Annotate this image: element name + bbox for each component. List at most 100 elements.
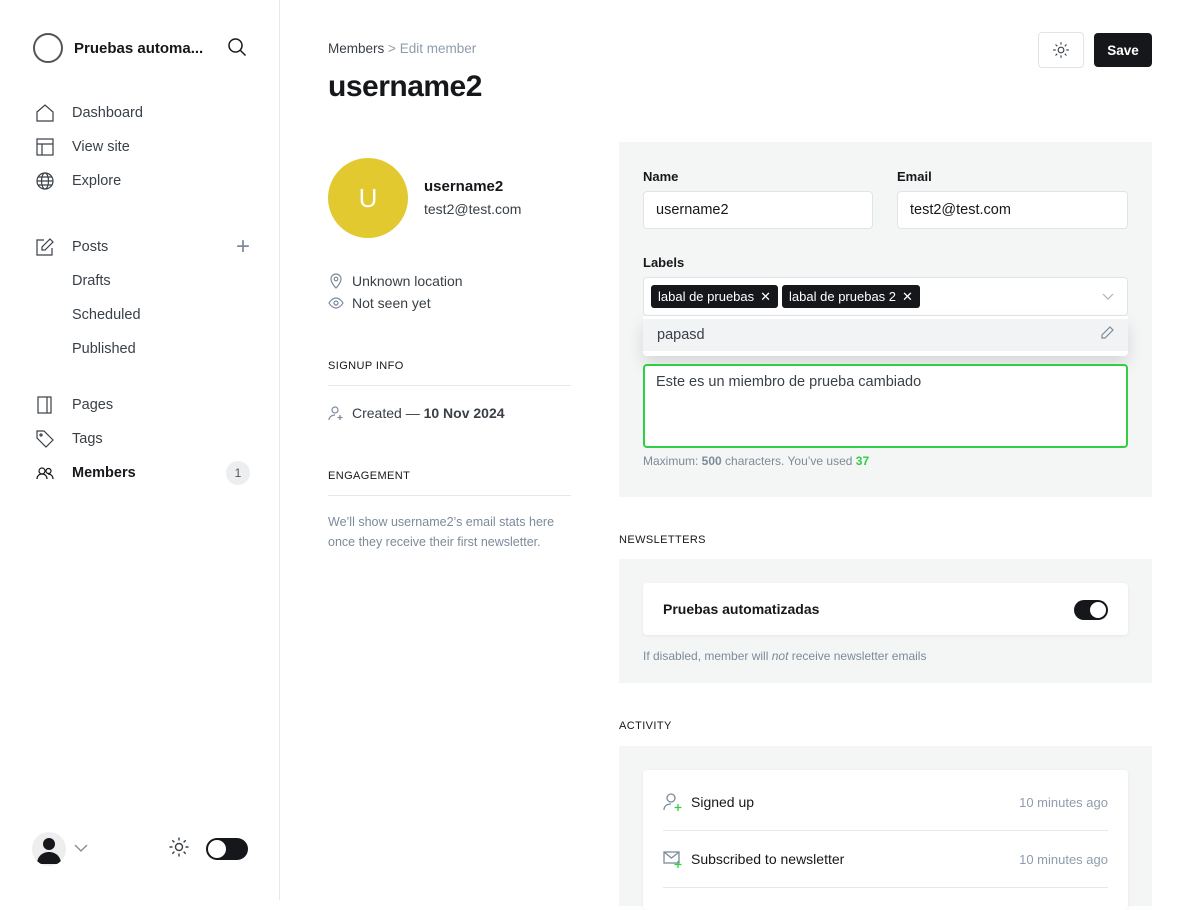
labels-dropdown: papasd [643, 316, 1128, 356]
member-location: Unknown location [328, 273, 463, 289]
sidebar-footer [32, 832, 248, 866]
breadcrumb-current: Edit member [399, 41, 477, 56]
posts-nav: Posts + Drafts Scheduled Published [36, 230, 250, 366]
nav-drafts[interactable]: Drafts [36, 264, 250, 298]
site-logo [33, 33, 63, 63]
member-details-panel: Name username2 Email test2@test.com Labe… [619, 142, 1152, 497]
gear-icon [1053, 42, 1069, 58]
breadcrumb-members-link[interactable]: Members [328, 41, 384, 56]
newsletter-hint: If disabled, member will not receive new… [643, 649, 926, 663]
labels-select[interactable]: labal de pruebas ✕ labal de pruebas 2 ✕ [643, 277, 1128, 316]
sidebar: Pruebas automa... Dashboard View site Ex… [0, 0, 280, 900]
label-tag: labal de pruebas 2 ✕ [782, 285, 920, 308]
location-pin-icon [330, 273, 342, 289]
gear-icon[interactable] [168, 836, 190, 863]
name-label: Name [643, 169, 679, 184]
newsletter-toggle[interactable] [1074, 600, 1108, 620]
save-button[interactable]: Save [1094, 33, 1152, 67]
engagement-heading: Engagement [328, 470, 411, 482]
dropdown-option[interactable]: papasd [643, 319, 1128, 351]
pages-icon [36, 396, 72, 414]
search-icon[interactable] [227, 37, 247, 62]
engagement-text: We’ll show username2’s email stats here … [328, 515, 555, 549]
activity-time: 10 minutes ago [1019, 851, 1108, 867]
home-icon [36, 104, 72, 122]
activity-heading: Activity [619, 720, 672, 732]
hint-max: 500 [701, 454, 722, 468]
label-tag: labal de pruebas ✕ [651, 285, 779, 308]
close-icon[interactable]: ✕ [760, 289, 771, 305]
email-input[interactable]: test2@test.com [897, 191, 1128, 229]
nav-dashboard[interactable]: Dashboard [36, 96, 250, 130]
option-label: papasd [657, 327, 705, 343]
user-avatar[interactable] [32, 832, 66, 866]
members-count-badge: 1 [226, 461, 250, 485]
nav-label: Tags [72, 431, 103, 447]
activity-time: 10 minutes ago [1019, 794, 1108, 810]
location-text: Unknown location [352, 273, 463, 289]
newsletters-panel: Pruebas automatizadas If disabled, membe… [619, 559, 1152, 683]
nav-pages[interactable]: Pages [36, 388, 250, 422]
pencil-icon[interactable] [1100, 326, 1114, 344]
divider [328, 385, 571, 386]
created-label: Created — [352, 405, 424, 421]
site-name: Pruebas automa... [74, 39, 204, 57]
hint-text: characters. You’ve used [721, 454, 856, 468]
site-brand[interactable]: Pruebas automa... [33, 33, 203, 63]
activity-card: Signed up 10 minutes ago Subscribed to ne… [643, 770, 1128, 910]
close-icon[interactable]: ✕ [902, 289, 913, 305]
email-label: Email [897, 169, 932, 184]
user-add-icon [663, 793, 682, 811]
tag-text: labal de pruebas [658, 289, 755, 304]
main-nav: Dashboard View site Explore [36, 96, 250, 198]
member-name: username2 [424, 178, 504, 195]
member-avatar: U [328, 158, 408, 238]
page-title: username2 [328, 70, 482, 103]
nav-label: Explore [72, 173, 122, 189]
hint-text: receive newsletter emails [788, 649, 927, 663]
nav-members[interactable]: Members 1 [36, 456, 250, 490]
seen-text: Not seen yet [352, 295, 431, 311]
user-add-icon [328, 406, 343, 421]
nav-posts[interactable]: Posts + [36, 230, 250, 264]
globe-icon [36, 172, 72, 190]
breadcrumb: Members > Edit member [328, 41, 476, 56]
name-input[interactable]: username2 [643, 191, 873, 229]
nav-published[interactable]: Published [36, 332, 250, 366]
signup-info-heading: Signup info [328, 360, 404, 372]
edit-icon [36, 238, 72, 256]
activity-label: Subscribed to newsletter [691, 851, 845, 867]
hint-text: Maximum: [643, 454, 702, 468]
created-date: 10 Nov 2024 [423, 405, 505, 421]
member-settings-button[interactable] [1038, 32, 1084, 68]
secondary-nav: Pages Tags Members 1 [36, 388, 250, 490]
tag-icon [36, 430, 72, 448]
activity-item: Subscribed to newsletter 10 minutes ago [663, 831, 1108, 888]
nav-view-site[interactable]: View site [36, 130, 250, 164]
activity-panel: Signed up 10 minutes ago Subscribed to ne… [619, 746, 1152, 910]
eye-icon [328, 297, 344, 309]
activity-label: Signed up [691, 794, 755, 810]
nav-scheduled[interactable]: Scheduled [36, 298, 250, 332]
divider [328, 495, 571, 496]
mail-add-icon [663, 851, 682, 868]
newsletters-heading: Newsletters [619, 534, 706, 546]
nav-label: Members [72, 465, 136, 481]
chevron-down-icon[interactable] [1102, 289, 1114, 305]
nav-explore[interactable]: Explore [36, 164, 250, 198]
member-email: test2@test.com [424, 201, 522, 217]
labels-label: Labels [643, 255, 685, 270]
newsletter-name: Pruebas automatizadas [663, 601, 820, 617]
activity-item: Signed up 10 minutes ago [663, 774, 1108, 831]
theme-toggle[interactable] [206, 838, 248, 860]
tag-text: labal de pruebas 2 [789, 289, 897, 304]
chevron-down-icon[interactable] [74, 840, 88, 858]
hint-used: 37 [855, 454, 870, 468]
breadcrumb-separator: > [388, 41, 396, 56]
hint-emphasis: not [771, 649, 789, 663]
nav-tags[interactable]: Tags [36, 422, 250, 456]
note-textarea[interactable]: Este es un miembro de prueba cambiado [643, 364, 1128, 448]
new-post-plus-icon[interactable]: + [236, 233, 250, 261]
nav-label: Dashboard [72, 105, 143, 121]
members-icon [36, 464, 72, 482]
